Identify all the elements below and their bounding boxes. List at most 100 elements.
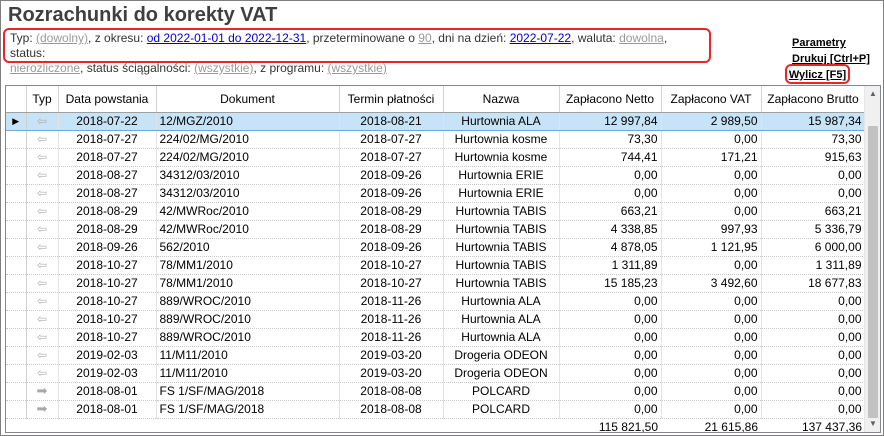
cell-termin-platnosci: 2018-08-08	[339, 400, 444, 419]
cell-zaplacono-vat: 0,00	[661, 202, 762, 221]
calculate-link[interactable]: Wylicz [F5]	[789, 69, 846, 81]
table-row[interactable]: ⇦ 2018-08-29 42/MWRoc/2010 2018-08-29 Hurtow…	[6, 202, 866, 221]
cell-zaplacono-netto: 0,00	[559, 400, 662, 419]
table-row[interactable]: ⇦ 2018-07-27 224/02/MG/2010 2018-07-27 Hurto…	[6, 148, 866, 167]
cell-nazwa: Hurtownia TABIS	[443, 238, 560, 257]
row-indicator[interactable]	[6, 328, 27, 347]
header-zaplacono-brutto[interactable]: Zapłacono Brutto	[761, 86, 866, 113]
row-indicator[interactable]	[6, 238, 27, 257]
cell-nazwa: Drogeria ODEON	[443, 364, 560, 383]
cell-nazwa: Hurtownia kosme	[443, 148, 560, 167]
table-row[interactable]: ⇦ 2018-08-29 42/MWRoc/2010 2018-08-29 Hurtow…	[6, 220, 866, 239]
header-termin-platnosci[interactable]: Termin płatności	[339, 86, 444, 113]
scrollbar-thumb[interactable]	[868, 126, 878, 418]
filter-overdue-link[interactable]: 90	[418, 31, 431, 45]
header-dokument[interactable]: Dokument	[156, 86, 340, 113]
row-indicator[interactable]	[6, 184, 27, 203]
cell-zaplacono-vat: 0,00	[661, 130, 762, 149]
cell-zaplacono-netto: 12 997,84	[559, 111, 662, 131]
row-indicator[interactable]	[6, 256, 27, 275]
cell-dokument: 34312/03/2010	[156, 166, 340, 185]
row-indicator[interactable]	[6, 202, 27, 221]
cell-termin-platnosci: 2018-07-27	[339, 130, 444, 149]
header-typ[interactable]: Typ	[26, 86, 59, 113]
row-indicator[interactable]	[6, 148, 27, 167]
cell-zaplacono-brutto: 0,00	[761, 328, 866, 347]
cell-zaplacono-vat: 0,00	[661, 292, 762, 311]
table-row[interactable]: ➡ 2018-08-01 FS 1/SF/MAG/2018 2018-08-08 POL…	[6, 400, 866, 419]
scroll-up-icon[interactable]: ▲	[865, 86, 880, 102]
row-indicator[interactable]	[6, 130, 27, 149]
right-arrow-icon: ➡	[36, 383, 48, 398]
filter-program-link[interactable]: (wszystkie)	[327, 61, 386, 75]
cell-termin-platnosci: 2018-10-27	[339, 274, 444, 293]
cell-zaplacono-brutto: 0,00	[761, 382, 866, 401]
table-row[interactable]: ⇦ 2019-02-03 11/M11/2010 2019-03-20 Drogeria…	[6, 364, 866, 383]
cell-zaplacono-netto: 0,00	[559, 382, 662, 401]
table-row[interactable]: ➡ 2018-08-01 FS 1/SF/MAG/2018 2018-08-08 POL…	[6, 382, 866, 401]
cell-zaplacono-brutto: 18 677,83	[761, 274, 866, 293]
cell-zaplacono-brutto: 915,63	[761, 148, 866, 167]
table-row[interactable]: ⇦ 2018-10-27 889/WROC/2010 2018-11-26 Hurtow…	[6, 310, 866, 329]
row-indicator[interactable]	[6, 382, 27, 401]
left-arrow-icon: ⇦	[36, 330, 48, 344]
filter-date-link[interactable]: 2022-07-22	[510, 31, 571, 45]
left-arrow-icon: ⇦	[36, 366, 48, 380]
row-indicator[interactable]	[6, 400, 27, 419]
cell-zaplacono-brutto: 0,00	[761, 292, 866, 311]
cell-termin-platnosci: 2018-11-26	[339, 328, 444, 347]
row-indicator[interactable]	[6, 364, 27, 383]
scroll-down-icon[interactable]: ▼	[865, 416, 880, 432]
row-indicator[interactable]: ▶	[6, 111, 27, 131]
header-zaplacono-netto[interactable]: Zapłacono Netto	[559, 86, 662, 113]
cell-zaplacono-vat: 0,00	[661, 346, 762, 365]
row-indicator[interactable]	[6, 310, 27, 329]
cell-zaplacono-netto: 73,30	[559, 130, 662, 149]
table-row[interactable]: ⇦ 2018-10-27 889/WROC/2010 2018-11-26 Hurtow…	[6, 292, 866, 311]
table-row[interactable]: ▶ ⇦ 2018-07-22 12/MGZ/2010 2018-08-21 Hurtown…	[6, 111, 866, 131]
row-indicator[interactable]	[6, 220, 27, 239]
left-arrow-icon: ⇦	[36, 132, 48, 146]
row-indicator[interactable]	[6, 274, 27, 293]
header-nazwa[interactable]: Nazwa	[443, 86, 560, 113]
cell-zaplacono-vat: 997,93	[661, 220, 762, 239]
cell-zaplacono-netto: 0,00	[559, 364, 662, 383]
filter-status-link[interactable]: nierozliczone	[10, 61, 80, 75]
filter-label: Typ:	[10, 31, 37, 45]
table-row[interactable]: ⇦ 2018-10-27 889/WROC/2010 2018-11-26 Hurtow…	[6, 328, 866, 347]
cell-typ: ⇦	[26, 346, 59, 365]
row-indicator[interactable]	[6, 292, 27, 311]
filter-label: , przeterminowane o	[306, 31, 419, 45]
row-indicator[interactable]	[6, 346, 27, 365]
header-zaplacono-vat[interactable]: Zapłacono VAT	[661, 86, 762, 113]
left-arrow-icon: ⇦	[36, 150, 48, 164]
left-arrow-icon: ⇦	[36, 258, 48, 272]
header-data-powstania[interactable]: Data powstania	[58, 86, 157, 113]
row-indicator[interactable]	[6, 166, 27, 185]
filter-collectability-link[interactable]: (wszystkie)	[194, 61, 253, 75]
right-arrow-icon: ➡	[36, 401, 48, 416]
cell-dokument: 889/WROC/2010	[156, 310, 340, 329]
table-row[interactable]: ⇦ 2019-02-03 11/M11/2010 2019-03-20 Drogeria…	[6, 346, 866, 365]
filter-currency-link[interactable]: dowolna	[619, 31, 664, 45]
vertical-scrollbar[interactable]: ▲ ▼	[864, 86, 880, 432]
page-title: Rozrachunki do korekty VAT	[8, 4, 278, 26]
filter-type-link[interactable]: (dowolny)	[36, 31, 88, 45]
cell-termin-platnosci: 2018-08-21	[339, 111, 444, 131]
left-arrow-icon: ⇦	[36, 312, 48, 326]
table-row[interactable]: ⇦ 2018-08-27 34312/03/2010 2018-09-26 Hurtow…	[6, 184, 866, 203]
table-row[interactable]: ⇦ 2018-08-27 34312/03/2010 2018-09-26 Hurtow…	[6, 166, 866, 185]
table-row[interactable]: ⇦ 2018-10-27 78/MM1/2010 2018-10-27 Hurtowni…	[6, 256, 866, 275]
window-frame: Rozrachunki do korekty VAT Typ: (dowolny…	[0, 0, 884, 436]
table-row[interactable]: ⇦ 2018-07-27 224/02/MG/2010 2018-07-27 Hurto…	[6, 130, 866, 149]
table-row[interactable]: ⇦ 2018-10-27 78/MM1/2010 2018-10-27 Hurtowni…	[6, 274, 866, 293]
filter-period-link[interactable]: od 2022-01-01 do 2022-12-31	[147, 31, 306, 45]
totals-row: 115 821,50 21 615,86 137 437,36	[6, 418, 865, 432]
cell-typ: ⇦	[26, 130, 59, 149]
cell-data-powstania: 2018-07-22	[58, 111, 157, 131]
totals-empty-cell	[6, 418, 26, 432]
cell-zaplacono-brutto: 663,21	[761, 202, 866, 221]
table-row[interactable]: ⇦ 2018-09-26 562/2010 2018-09-26 Hurtownia T…	[6, 238, 866, 257]
cell-dokument: 224/02/MG/2010	[156, 148, 340, 167]
parameters-link[interactable]: Parametry	[792, 37, 846, 49]
